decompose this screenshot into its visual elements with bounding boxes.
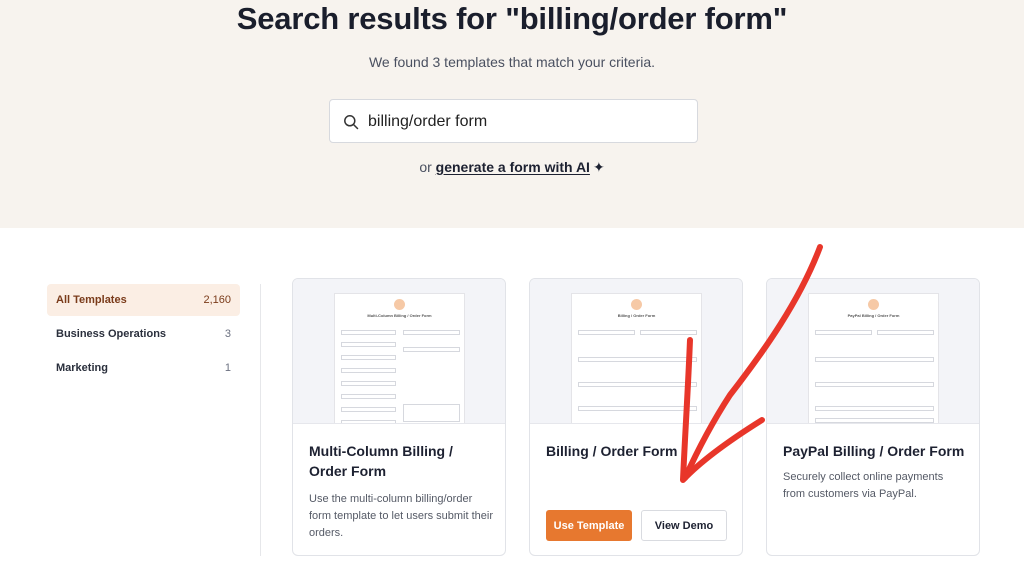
template-description: Securely collect online payments from cu… xyxy=(783,471,944,500)
generate-form-ai-link[interactable]: generate a form with AI xyxy=(436,159,590,175)
form-preview-paper: Billing / Order Form xyxy=(571,293,702,423)
template-preview: Billing / Order Form xyxy=(530,279,742,424)
sidebar-item-label: All Templates xyxy=(56,294,127,306)
template-title[interactable]: Billing / Order Form xyxy=(546,441,730,461)
view-demo-button[interactable]: View Demo xyxy=(641,510,727,541)
form-preview-paper: PayPal Billing / Order Form xyxy=(808,293,939,423)
page-title: Search results for "billing/order form" xyxy=(236,1,788,36)
template-preview: Multi-Column Billing / Order Form xyxy=(293,279,505,424)
search-box[interactable] xyxy=(329,99,698,143)
sidebar-item-count: 2,160 xyxy=(203,294,231,306)
ai-generate-line: or generate a form with AI ✦ xyxy=(0,159,1024,176)
sidebar-item-label: Marketing xyxy=(56,362,108,374)
category-sidebar: All Templates 2,160 Business Operations … xyxy=(47,284,240,386)
form-logo-icon xyxy=(631,299,642,310)
form-preview-paper: Multi-Column Billing / Order Form xyxy=(334,293,465,423)
form-logo-icon xyxy=(868,299,879,310)
template-title[interactable]: Multi-Column Billing / Order Form xyxy=(309,441,493,481)
preview-title: Multi-Column Billing / Order Form xyxy=(367,313,432,318)
template-card-multi-column[interactable]: Multi-Column Billing / Order Form Multi-… xyxy=(292,278,506,556)
template-description: Use the multi-column billing/order form … xyxy=(309,493,494,539)
use-template-button[interactable]: Use Template xyxy=(546,510,632,541)
form-logo-icon xyxy=(394,299,405,310)
sparkle-icon: ✦ xyxy=(592,159,605,175)
ai-prefix: or xyxy=(419,159,436,175)
results-summary: We found 3 templates that match your cri… xyxy=(368,54,656,70)
sidebar-item-all-templates[interactable]: All Templates 2,160 xyxy=(47,284,240,316)
template-card-paypal-billing[interactable]: PayPal Billing / Order Form PayPal Billi… xyxy=(766,278,980,556)
preview-title: PayPal Billing / Order Form xyxy=(847,313,900,318)
template-card-billing-order[interactable]: Billing / Order Form Billing / Order For… xyxy=(529,278,743,556)
sidebar-item-marketing[interactable]: Marketing 1 xyxy=(47,352,240,384)
sidebar-item-count: 3 xyxy=(224,328,231,340)
template-preview: PayPal Billing / Order Form xyxy=(767,279,979,424)
template-title[interactable]: PayPal Billing / Order Form xyxy=(783,441,967,461)
search-input[interactable] xyxy=(368,110,688,134)
sidebar-item-label: Business Operations xyxy=(56,328,167,340)
sidebar-item-count: 1 xyxy=(224,362,231,374)
search-icon xyxy=(344,115,359,130)
search-hero: Search results for "billing/order form" … xyxy=(0,0,1024,228)
preview-title: Billing / Order Form xyxy=(617,313,656,318)
sidebar-item-business-operations[interactable]: Business Operations 3 xyxy=(47,318,240,350)
sidebar-divider xyxy=(260,284,261,556)
